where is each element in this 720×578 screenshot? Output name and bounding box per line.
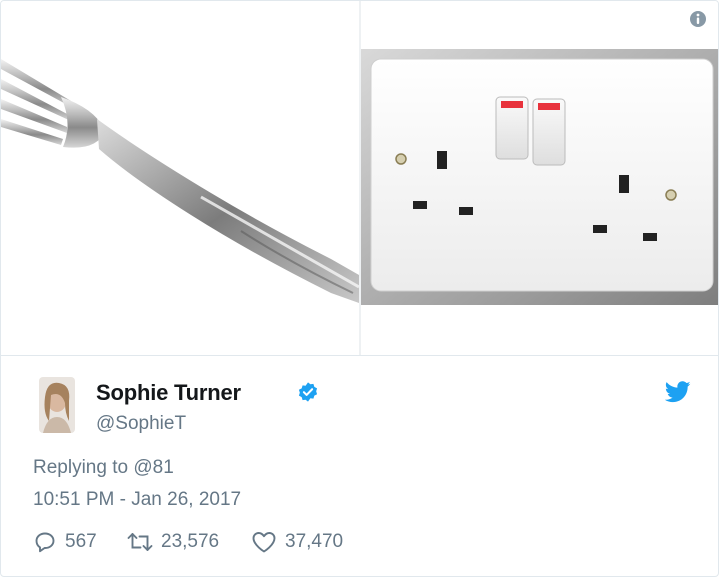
fork-image xyxy=(1,59,360,303)
reply-mention-link[interactable]: @81 xyxy=(133,457,173,478)
tweet-media[interactable] xyxy=(1,1,718,355)
reply-button[interactable]: 567 xyxy=(33,529,97,555)
info-icon[interactable] xyxy=(689,10,707,28)
like-button[interactable]: 37,470 xyxy=(251,529,343,555)
retweet-button[interactable]: 23,576 xyxy=(127,529,219,555)
verified-badge-icon xyxy=(297,381,319,403)
replying-label: Replying to xyxy=(33,457,129,478)
tweet-timestamp[interactable]: 10:51 PM - Jan 26, 2017 xyxy=(33,489,241,511)
author-handle[interactable]: @SophieT xyxy=(96,413,186,435)
retweet-icon xyxy=(127,530,153,554)
media-image-socket[interactable] xyxy=(361,1,718,355)
media-bottom-border xyxy=(1,355,718,356)
reply-icon xyxy=(33,530,57,554)
like-count: 37,470 xyxy=(285,531,344,552)
reply-count: 567 xyxy=(65,531,97,552)
author-name[interactable]: Sophie Turner xyxy=(96,380,241,406)
like-icon xyxy=(251,530,277,554)
retweet-count: 23,576 xyxy=(161,531,220,552)
tweet-card: Sophie Turner @SophieT Replying to @81 1… xyxy=(0,0,719,577)
twitter-bird-icon[interactable] xyxy=(664,381,691,403)
replying-to: Replying to @81 xyxy=(33,457,174,479)
media-image-fork[interactable] xyxy=(1,1,360,355)
socket-image xyxy=(361,49,718,305)
avatar[interactable] xyxy=(39,377,75,433)
